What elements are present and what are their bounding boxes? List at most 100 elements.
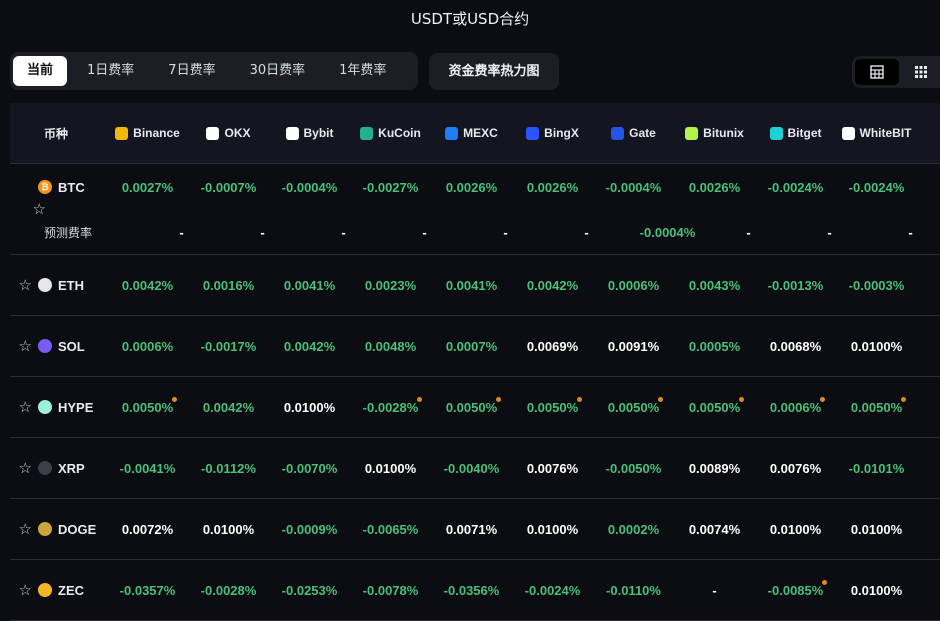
rate-value: 0.0050% xyxy=(607,399,660,415)
gate-logo-icon xyxy=(611,126,625,140)
rate-value: 0.0050% xyxy=(526,399,579,415)
rate-value: -0.0112% xyxy=(201,460,256,476)
rate-cell: 0.0050% xyxy=(431,400,512,415)
predicted-rate-label: 预测费率 xyxy=(44,225,93,240)
tab-1d[interactable]: 1日费率 xyxy=(73,56,148,86)
rate-value: 0.0042% xyxy=(526,277,579,293)
rate-value: 0.0042% xyxy=(202,399,255,415)
rate-cell: 0.0006% xyxy=(107,339,188,354)
grid-icon xyxy=(915,66,927,78)
rate-value: -0.0357% xyxy=(119,582,176,598)
rate-value: - xyxy=(179,224,184,240)
rate-value: 0.0041% xyxy=(445,277,498,293)
exchange-header-mexc[interactable]: MEXC xyxy=(431,126,512,140)
binance-logo-icon xyxy=(115,126,129,140)
star-icon[interactable]: ☆ xyxy=(10,581,32,599)
rate-value: -0.0017% xyxy=(200,338,257,354)
table-row[interactable]: ☆ XRP -0.0041% -0.0112% -0.0070% 0.0100% -0.00… xyxy=(10,438,940,499)
rate-cell: 0.0089% xyxy=(674,461,755,476)
rate-value: 0.0068% xyxy=(769,338,822,354)
rate-value: 0.0100% xyxy=(850,338,903,354)
rate-cell: 0.0100% xyxy=(836,339,917,354)
rate-value: - xyxy=(422,224,427,240)
exchange-header-gate[interactable]: Gate xyxy=(593,126,674,140)
rate-cell: 0.0023% xyxy=(350,278,431,293)
rate-cell: -0.0078% xyxy=(350,583,431,598)
rate-cell: -0.0112% xyxy=(188,461,269,476)
table-view-button[interactable] xyxy=(855,59,899,85)
exchange-header-bitunix[interactable]: Bitunix xyxy=(674,126,755,140)
star-icon[interactable]: ☆ xyxy=(10,520,32,538)
rate-value: 0.0042% xyxy=(121,277,174,293)
rate-cell: 0.0042% xyxy=(512,278,593,293)
rate-cell: - xyxy=(141,225,222,240)
rate-cell: - xyxy=(222,225,303,240)
exchange-header-bitget[interactable]: Bitget xyxy=(755,126,836,140)
tab-current[interactable]: 当前 xyxy=(13,56,68,86)
rate-value: -0.0004% xyxy=(281,179,338,195)
star-icon[interactable]: ☆ xyxy=(10,459,32,477)
grid-view-button[interactable] xyxy=(899,59,940,85)
rate-cell: - xyxy=(674,583,755,598)
rate-value: -0.0101% xyxy=(848,460,905,476)
rate-cell: 0.0050% xyxy=(674,400,755,415)
star-icon[interactable]: ☆ xyxy=(24,200,46,218)
rate-cell: 0.0050% xyxy=(512,400,593,415)
bitunix-logo-icon xyxy=(685,126,699,140)
star-icon[interactable]: ☆ xyxy=(10,337,32,355)
tab-7d[interactable]: 7日费率 xyxy=(154,56,229,86)
exchange-header-kucoin[interactable]: KuCoin xyxy=(350,126,431,140)
rate-cell: -0.0028% xyxy=(188,583,269,598)
rate-value: 0.0007% xyxy=(445,338,498,354)
table-row[interactable]: ☆ ₿ BTC 0.0027% -0.0007% -0.0004% -0.0027% 0… xyxy=(10,164,940,255)
coin-cell: ☆ XRP xyxy=(10,459,107,477)
rate-value: - xyxy=(503,224,508,240)
rate-cell: -0.0253% xyxy=(269,583,350,598)
rate-cell: 0.0068% xyxy=(755,339,836,354)
exchange-header-whitebit[interactable]: WhiteBIT xyxy=(836,126,917,140)
tab-1y[interactable]: 1年费率 xyxy=(325,56,400,86)
rate-value: 0.0076% xyxy=(769,460,822,476)
page-title: USDT或USD合约 xyxy=(410,10,530,28)
rate-cell: 0.0006% xyxy=(593,278,674,293)
rate-value: -0.0040% xyxy=(443,460,500,476)
rate-value: - xyxy=(827,224,832,240)
rate-value: 0.0050% xyxy=(850,399,903,415)
rate-value: 0.0100% xyxy=(364,460,417,476)
rate-cell: 0.0005% xyxy=(674,339,755,354)
table-row[interactable]: ☆ SOL 0.0006% -0.0017% 0.0042% 0.0048% 0.0007%… xyxy=(10,316,940,377)
rate-value: 0.0006% xyxy=(121,338,174,354)
tab-30d[interactable]: 30日费率 xyxy=(236,56,320,86)
exchange-header-okx[interactable]: OKX xyxy=(188,126,269,140)
rate-cell: 0.0007% xyxy=(431,339,512,354)
rate-cell: - xyxy=(546,225,627,240)
rate-value: - xyxy=(260,224,265,240)
rate-cell: -0.0024% xyxy=(755,180,836,195)
table-row[interactable]: ☆ HYPE 0.0050% 0.0042% 0.0100% -0.0028% 0.0050… xyxy=(10,377,940,438)
rate-value: 0.0002% xyxy=(607,521,660,537)
exchange-header-binance[interactable]: Binance xyxy=(107,126,188,140)
coin-cell: ☆ HYPE xyxy=(10,398,107,416)
rate-cell: -0.0041% xyxy=(107,461,188,476)
rate-cell: - xyxy=(303,225,384,240)
exchange-header-bybit[interactable]: Bybit xyxy=(269,126,350,140)
rate-value: 0.0076% xyxy=(526,460,579,476)
heatmap-button[interactable]: 资金费率热力图 xyxy=(429,53,559,90)
rate-value: -0.0024% xyxy=(848,179,905,195)
rate-cell: -0.0024% xyxy=(512,583,593,598)
table-row[interactable]: ☆ ETH 0.0042% 0.0016% 0.0041% 0.0023% 0.0041% 0… xyxy=(10,255,940,316)
star-icon[interactable]: ☆ xyxy=(10,398,32,416)
star-icon[interactable]: ☆ xyxy=(10,276,32,294)
exchange-header-bingx[interactable]: BingX xyxy=(512,126,593,140)
exchange-name: Bybit xyxy=(303,126,334,140)
rate-cell: -0.0013% xyxy=(755,278,836,293)
rate-value: 0.0043% xyxy=(688,277,741,293)
rate-value: 0.0050% xyxy=(121,399,174,415)
rate-cell: 0.0042% xyxy=(107,278,188,293)
rate-value: -0.0003% xyxy=(848,277,905,293)
exchange-name: Binance xyxy=(133,126,180,140)
table-row[interactable]: ☆ DOGE 0.0072% 0.0100% -0.0009% -0.0065% 0.007… xyxy=(10,499,940,560)
rate-value: 0.0048% xyxy=(364,338,417,354)
rate-value: -0.0050% xyxy=(605,460,662,476)
rate-value: 0.0042% xyxy=(283,338,336,354)
